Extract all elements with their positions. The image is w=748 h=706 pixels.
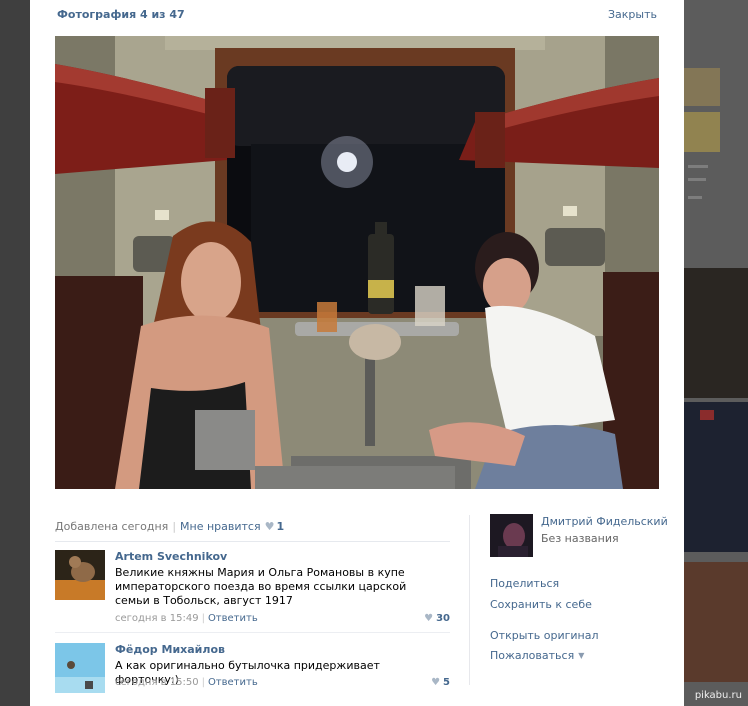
comment-likes[interactable]: ♥ 30 <box>424 613 450 624</box>
comment-item: Artem Svechnikov Великие княжны Мария и … <box>55 550 450 633</box>
photo-counter-title: Фотография 4 из 47 <box>57 8 185 21</box>
background-text-line <box>688 196 702 199</box>
photo-meta: Добавлена сегодня | Мне нравится ♥ 1 <box>55 520 284 533</box>
share-button[interactable]: Поделиться <box>490 577 559 590</box>
comment-likes[interactable]: ♥ 5 <box>431 677 450 688</box>
photo-image <box>55 36 659 489</box>
heart-icon: ♥ <box>424 613 434 624</box>
photo[interactable] <box>55 36 659 489</box>
background-text-line <box>688 178 706 181</box>
photo-viewer: Фотография 4 из 47 Закрыть Добавлена сег… <box>30 0 684 706</box>
divider <box>55 541 450 542</box>
owner-name[interactable]: Дмитрий Фидельский <box>541 515 668 528</box>
comment-text: Великие княжны Мария и Ольга Романовы в … <box>115 566 407 607</box>
background-thumbnail <box>684 112 720 152</box>
background-image <box>684 562 748 682</box>
separator: | <box>201 677 205 688</box>
watermark: pikabu.ru <box>694 690 742 701</box>
album-name[interactable]: Без названия <box>541 532 619 545</box>
avatar[interactable] <box>55 550 105 600</box>
comment-item: Фёдор Михайлов А как оригинально бутылоч… <box>55 643 450 693</box>
background-thumbnail <box>684 68 720 106</box>
comment-footer: сегодня в 15:49 | Ответить <box>115 613 258 624</box>
background-image <box>684 268 748 398</box>
avatar-image <box>55 643 105 693</box>
report-button[interactable]: Пожаловаться ▼ <box>490 649 584 662</box>
open-original-button[interactable]: Открыть оригинал <box>490 629 599 642</box>
background-badge <box>700 410 714 420</box>
viewer-header: Фотография 4 из 47 Закрыть <box>30 0 684 30</box>
owner-avatar-image <box>490 514 533 557</box>
avatar[interactable] <box>55 643 105 693</box>
report-label: Пожаловаться <box>490 649 575 662</box>
save-button[interactable]: Сохранить к себе <box>490 598 592 611</box>
comment-time[interactable]: сегодня в 15:50 <box>115 677 199 688</box>
reply-button[interactable]: Ответить <box>208 677 258 688</box>
chevron-down-icon: ▼ <box>578 651 585 660</box>
background-left-strip <box>0 0 30 706</box>
heart-icon[interactable]: ♥ <box>265 520 275 533</box>
comment-author[interactable]: Artem Svechnikov <box>115 550 227 563</box>
comment-like-count: 30 <box>436 613 450 624</box>
added-date: Добавлена сегодня <box>55 520 169 533</box>
avatar-image <box>55 550 105 600</box>
background-text-line <box>688 165 708 168</box>
column-divider <box>469 515 470 685</box>
comment-footer: сегодня в 15:50 | Ответить <box>115 677 258 688</box>
like-count[interactable]: 1 <box>276 520 284 533</box>
divider <box>55 632 450 633</box>
reply-button[interactable]: Ответить <box>208 613 258 624</box>
owner-avatar[interactable] <box>490 514 533 557</box>
comment-author[interactable]: Фёдор Михайлов <box>115 643 225 656</box>
comment-time[interactable]: сегодня в 15:49 <box>115 613 199 624</box>
separator: | <box>201 613 205 624</box>
close-button[interactable]: Закрыть <box>608 8 657 21</box>
background-image <box>684 402 748 552</box>
comment-like-count: 5 <box>443 677 450 688</box>
heart-icon: ♥ <box>431 677 441 688</box>
like-button[interactable]: Мне нравится <box>180 520 261 533</box>
separator: | <box>172 520 177 533</box>
